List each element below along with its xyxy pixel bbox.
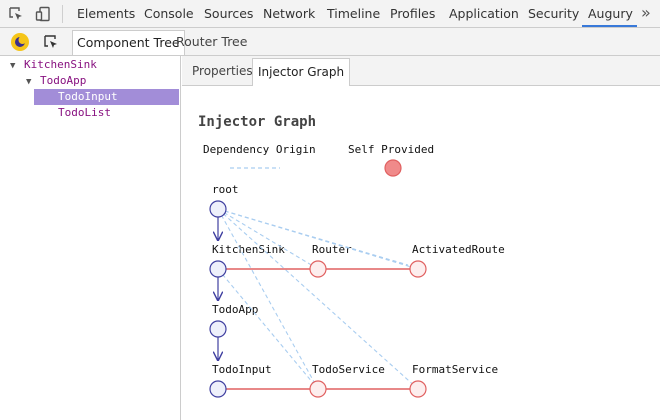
legend-dependency-origin: Dependency Origin xyxy=(203,143,316,156)
tab-application[interactable]: Application xyxy=(449,0,519,28)
node-label-kitchensink: KitchenSink xyxy=(212,243,285,256)
tree-node-todoapp[interactable]: ▼ TodoApp xyxy=(26,73,86,89)
legend-self-provided: Self Provided xyxy=(348,143,435,156)
graph-title: Injector Graph xyxy=(198,114,317,130)
tree-node-label: KitchenSink xyxy=(24,58,97,71)
augury-toolbar: Component Tree Router Tree xyxy=(0,28,660,56)
devtools-toolbar: Elements Console Sources Network Timelin… xyxy=(0,0,660,28)
tab-component-tree[interactable]: Component Tree xyxy=(72,30,185,55)
node-label-todoapp: TodoApp xyxy=(212,303,259,316)
more-tabs-icon[interactable]: » xyxy=(641,3,651,22)
tree-node-kitchensink[interactable]: ▼ KitchenSink xyxy=(10,57,97,73)
tab-security[interactable]: Security xyxy=(528,0,579,28)
device-toolbar-icon[interactable] xyxy=(33,4,53,24)
detail-tabs: Properties Injector Graph xyxy=(182,56,660,86)
tab-console[interactable]: Console xyxy=(144,0,194,28)
node-label-root: root xyxy=(212,183,239,196)
inspect-element-icon[interactable] xyxy=(6,4,26,24)
tree-node-label: TodoApp xyxy=(40,74,87,87)
node-label-activatedroute: ActivatedRoute xyxy=(412,243,505,256)
node-label-todoinput: TodoInput xyxy=(212,363,272,376)
node-label-todoservice: TodoService xyxy=(312,363,385,376)
toolbar-divider xyxy=(62,5,63,23)
tab-injector-graph[interactable]: Injector Graph xyxy=(252,58,351,86)
tab-router-tree[interactable]: Router Tree xyxy=(172,30,251,55)
tab-sources[interactable]: Sources xyxy=(204,0,253,28)
theme-toggle-icon[interactable] xyxy=(9,31,31,53)
tree-node-todoinput[interactable]: TodoInput xyxy=(34,89,179,105)
expand-triangle-icon[interactable]: ▼ xyxy=(26,74,40,90)
select-component-icon[interactable] xyxy=(40,31,62,53)
component-tree-pane: ▼ KitchenSink ▼ TodoApp TodoInput TodoList xyxy=(0,56,181,420)
tree-node-label: TodoList xyxy=(58,106,111,119)
node-label-formatservice: FormatService xyxy=(412,363,499,376)
tab-profiles[interactable]: Profiles xyxy=(390,0,435,28)
tab-timeline[interactable]: Timeline xyxy=(327,0,380,28)
tree-node-label: TodoInput xyxy=(58,90,118,103)
tab-augury[interactable]: Augury xyxy=(582,0,637,27)
tree-node-todolist[interactable]: TodoList xyxy=(58,105,111,121)
tab-network[interactable]: Network xyxy=(263,0,315,28)
tab-elements[interactable]: Elements xyxy=(77,0,135,28)
node-label-router: Router xyxy=(312,243,352,256)
tab-properties[interactable]: Properties xyxy=(187,58,258,86)
expand-triangle-icon[interactable]: ▼ xyxy=(10,58,24,74)
